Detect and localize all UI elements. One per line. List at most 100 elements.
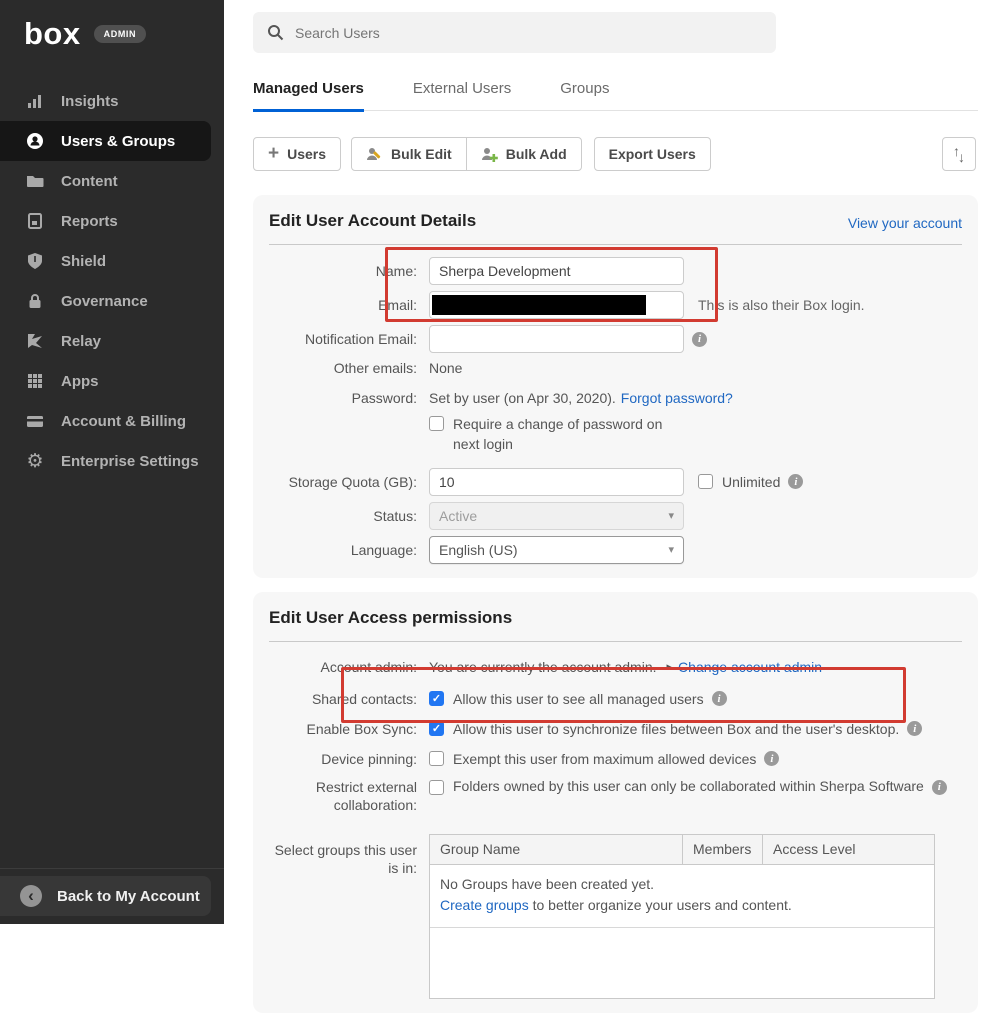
restrict-collab-row: Restrict external collaboration: Folders… <box>269 778 962 814</box>
box-sync-checkbox[interactable] <box>429 721 444 736</box>
box-sync-row: Enable Box Sync: Allow this user to sync… <box>269 718 962 740</box>
info-icon[interactable] <box>907 721 922 736</box>
info-icon[interactable] <box>712 691 727 706</box>
unlimited-checkbox[interactable] <box>698 474 713 489</box>
add-users-button[interactable]: + Users <box>253 137 341 171</box>
account-admin-row: Account admin: You are currently the acc… <box>269 656 962 678</box>
sidebar-item-shield[interactable]: Shield <box>0 241 211 281</box>
empty-line-2: Create groups to better organize your us… <box>440 895 924 916</box>
empty-line-1: No Groups have been created yet. <box>440 874 924 895</box>
chevron-left-icon: ‹ <box>20 885 42 907</box>
notification-email-field[interactable] <box>429 325 684 353</box>
sidebar-item-apps[interactable]: Apps <box>0 361 211 401</box>
tab-bar: Managed Users External Users Groups <box>253 80 978 111</box>
groups-table: Group Name Members Access Level No Group… <box>429 834 935 999</box>
storage-quota-row: Storage Quota (GB): 10 Unlimited <box>269 468 962 496</box>
sidebar-item-reports[interactable]: Reports <box>0 201 211 241</box>
back-to-my-account-button[interactable]: ‹ Back to My Account <box>0 876 211 916</box>
groups-table-header: Group Name Members Access Level <box>430 835 934 865</box>
restrict-collab-checkbox[interactable] <box>429 780 444 795</box>
panel-head: Edit User Account Details View your acco… <box>269 211 962 245</box>
storage-quota-field[interactable]: 10 <box>429 468 684 496</box>
tab-groups[interactable]: Groups <box>560 80 609 110</box>
shared-contacts-label: Shared contacts: <box>269 690 429 708</box>
credit-card-icon <box>26 412 44 430</box>
sidebar-item-users-groups[interactable]: Users & Groups <box>0 121 211 161</box>
sidebar-item-label: Reports <box>61 213 118 230</box>
device-pinning-text: Exempt this user from maximum allowed de… <box>453 751 756 767</box>
panel-title: Edit User Account Details <box>269 211 476 231</box>
export-users-button[interactable]: Export Users <box>594 137 711 171</box>
name-row: Name: Sherpa Development <box>269 257 962 285</box>
sidebar: box ADMIN Insights Users & Groups Conten… <box>0 0 224 924</box>
name-label: Name: <box>269 262 429 280</box>
disclosure-arrow-icon <box>667 660 673 673</box>
language-select[interactable]: English (US) <box>429 536 684 564</box>
sidebar-item-governance[interactable]: Governance <box>0 281 211 321</box>
tab-external-users[interactable]: External Users <box>413 80 511 110</box>
sidebar-item-label: Shield <box>61 253 106 270</box>
change-account-admin-link[interactable]: Change account admin <box>678 659 822 675</box>
export-users-label: Export Users <box>609 146 696 162</box>
password-status-text: Set by user (on Apr 30, 2020). <box>429 390 616 406</box>
tab-managed-users[interactable]: Managed Users <box>253 80 364 110</box>
folder-icon <box>26 172 44 190</box>
shield-icon <box>26 252 44 270</box>
chevron-down-icon <box>668 509 674 522</box>
search-placeholder: Search Users <box>295 25 380 41</box>
column-header-access-level: Access Level <box>763 835 934 864</box>
info-icon[interactable] <box>764 751 779 766</box>
info-icon[interactable] <box>692 332 707 347</box>
sidebar-item-enterprise-settings[interactable]: ⚙ Enterprise Settings <box>0 441 211 481</box>
device-pinning-label: Device pinning: <box>269 750 429 768</box>
bulk-add-button[interactable]: Bulk Add <box>466 137 582 171</box>
other-emails-row: Other emails: None <box>269 357 962 379</box>
name-value: Sherpa Development <box>439 263 571 279</box>
back-label: Back to My Account <box>57 888 200 905</box>
sidebar-item-account-billing[interactable]: Account & Billing <box>0 401 211 441</box>
bulk-edit-button[interactable]: Bulk Edit <box>351 137 467 171</box>
create-groups-link[interactable]: Create groups <box>440 897 529 913</box>
status-select: Active <box>429 502 684 530</box>
search-icon <box>267 24 284 41</box>
groups-empty-message: No Groups have been created yet. Create … <box>430 865 934 928</box>
forgot-password-link[interactable]: Forgot password? <box>621 390 733 406</box>
shared-contacts-checkbox[interactable] <box>429 691 444 706</box>
email-row: Email: This is also their Box login. <box>269 291 962 319</box>
language-row: Language: English (US) <box>269 536 962 564</box>
name-field[interactable]: Sherpa Development <box>429 257 684 285</box>
sidebar-item-insights[interactable]: Insights <box>0 81 211 121</box>
device-pinning-checkbox[interactable] <box>429 751 444 766</box>
view-your-account-link[interactable]: View your account <box>848 215 962 231</box>
main-content: Search Users Managed Users External User… <box>224 0 986 924</box>
account-admin-text: You are currently the account admin. <box>429 659 657 675</box>
sort-button[interactable]: ↑↓ <box>942 137 976 171</box>
require-password-change-checkbox[interactable] <box>429 416 444 431</box>
search-input[interactable]: Search Users <box>253 12 776 53</box>
column-header-members: Members <box>683 835 763 864</box>
add-users-label: Users <box>287 146 326 162</box>
device-pinning-row: Device pinning: Exempt this user from ma… <box>269 748 962 770</box>
password-row: Password: Set by user (on Apr 30, 2020).… <box>269 387 962 409</box>
require-password-change-row: Require a change of password on next log… <box>269 414 962 455</box>
person-circle-icon <box>26 132 44 150</box>
admin-badge: ADMIN <box>94 25 147 43</box>
bar-chart-icon <box>26 92 44 110</box>
sidebar-item-label: Apps <box>61 373 99 390</box>
panel-head: Edit User Access permissions <box>269 608 962 642</box>
info-icon[interactable] <box>788 474 803 489</box>
email-field[interactable] <box>429 291 684 319</box>
sidebar-footer: ‹ Back to My Account <box>0 868 224 924</box>
sidebar-item-relay[interactable]: Relay <box>0 321 211 361</box>
column-header-group-name: Group Name <box>430 835 683 864</box>
info-icon[interactable] <box>932 780 947 795</box>
box-sync-label: Enable Box Sync: <box>269 720 429 738</box>
status-row: Status: Active <box>269 502 962 530</box>
sidebar-item-content[interactable]: Content <box>0 161 211 201</box>
bulk-edit-icon <box>366 146 383 162</box>
gear-icon: ⚙ <box>26 452 44 470</box>
shared-contacts-text: Allow this user to see all managed users <box>453 691 704 707</box>
chevron-down-icon <box>668 543 674 556</box>
sidebar-item-label: Users & Groups <box>61 133 175 150</box>
status-value: Active <box>439 508 477 524</box>
